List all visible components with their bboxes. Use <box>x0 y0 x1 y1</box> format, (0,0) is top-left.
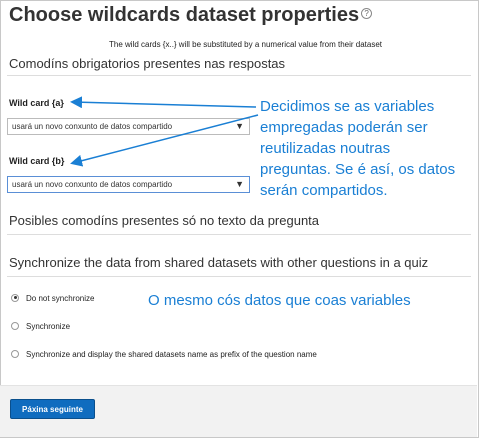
wildcard-a-label: Wild card {a} <box>9 98 64 108</box>
possible-wildcards-heading: Posibles comodíns presentes só no texto … <box>9 213 320 228</box>
callout-line: reutilizadas noutras <box>260 140 391 157</box>
radio-button-checked[interactable] <box>11 293 19 302</box>
wildcards-note: The wild cards {x..} will be substituted… <box>109 40 383 49</box>
synchronize-heading: Synchronize the data from shared dataset… <box>9 255 429 270</box>
divider <box>7 75 471 76</box>
divider <box>7 234 471 235</box>
callout-line: Decidimos se as variables <box>260 98 435 115</box>
question-circle-icon[interactable]: ? <box>361 8 373 20</box>
callout-line: preguntas. Se é así, os datos <box>260 161 456 178</box>
callout-line: empregadas poderán ser <box>260 119 428 136</box>
chevron-down-icon: ▼ <box>235 121 244 131</box>
radio-label: Do not synchronize <box>26 294 95 303</box>
annotation-callout-variables: Decidimos se as variables empregadas pod… <box>260 96 455 201</box>
radio-synchronize[interactable]: Synchronize <box>11 321 71 331</box>
radio-button[interactable] <box>11 321 19 330</box>
wildcard-b-select[interactable]: usará un novo conxunto de datos comparti… <box>7 176 250 193</box>
wildcard-b-select-value: usará un novo conxunto de datos comparti… <box>12 180 173 189</box>
page-title-text: Choose wildcards dataset properties <box>9 4 360 26</box>
radio-label: Synchronize <box>26 322 71 331</box>
annotation-callout-datasets: O mesmo cós datos que coas variables <box>148 292 411 309</box>
callout-line: serán compartidos. <box>260 182 388 199</box>
page-title: Choose wildcards dataset properties? <box>9 4 373 27</box>
wildcard-a-select-value: usará un novo conxunto de datos comparti… <box>12 122 173 131</box>
next-page-button[interactable]: Páxina seguinte <box>10 399 95 419</box>
chevron-down-icon: ▼ <box>235 179 244 189</box>
radio-synchronize-display-prefix[interactable]: Synchronize and display the shared datas… <box>11 349 317 359</box>
divider <box>7 276 471 277</box>
wildcard-a-select[interactable]: usará un novo conxunto de datos comparti… <box>7 118 250 135</box>
wildcard-b-label: Wild card {b} <box>9 156 65 166</box>
radio-do-not-synchronize[interactable]: Do not synchronize <box>11 293 95 303</box>
radio-button[interactable] <box>11 349 19 358</box>
radio-label: Synchronize and display the shared datas… <box>26 350 317 359</box>
mandatory-wildcards-heading: Comodíns obrigatorios presentes nas resp… <box>9 56 286 71</box>
